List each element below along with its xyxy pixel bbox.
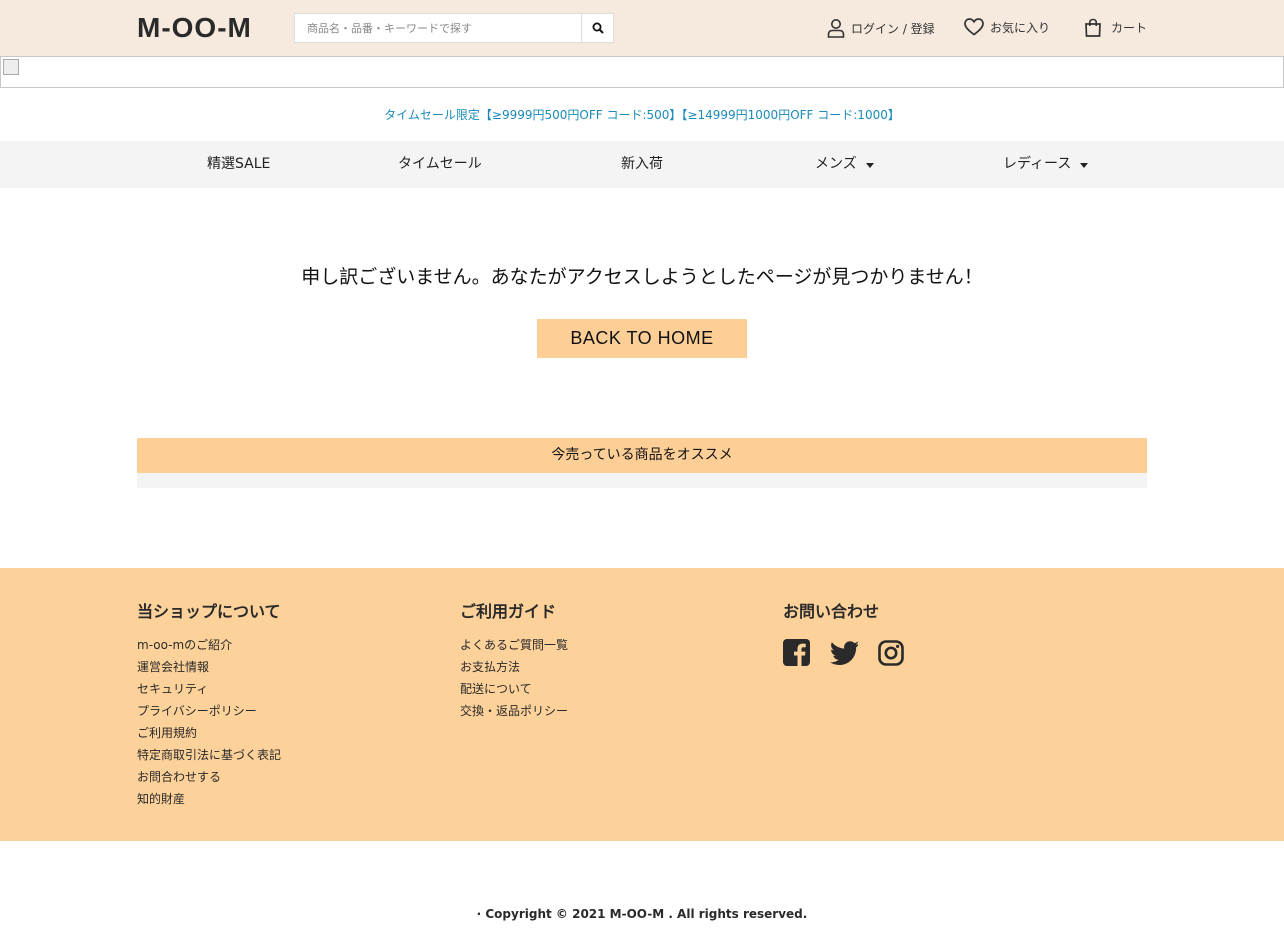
back-to-home-button[interactable]: BACK TO HOME <box>537 319 747 358</box>
footer-link-terms[interactable]: ご利用規約 <box>137 722 281 744</box>
footer-link-payment[interactable]: お支払方法 <box>460 656 568 678</box>
cart-link[interactable]: カート <box>1084 18 1147 37</box>
copyright-text: · Copyright © 2021 M-OO-M . All rights r… <box>476 907 808 921</box>
site-logo[interactable]: M-OO-M <box>137 13 263 43</box>
caret-down-icon <box>1080 162 1089 168</box>
twitter-link[interactable] <box>830 640 858 665</box>
footer-link-inquiry[interactable]: お問合わせする <box>137 766 281 788</box>
footer-link-commerce-law[interactable]: 特定商取引法に基づく表記 <box>137 744 281 766</box>
broken-image-icon <box>3 59 19 75</box>
main-nav: 精選SALE タイムセール 新入荷 メンズ レディース <box>0 141 1284 188</box>
caret-down-icon <box>865 162 874 168</box>
footer-about-column: 当ショップについて m-oo-mのご紹介 運営会社情報 セキュリティ プライバシ… <box>137 598 281 810</box>
footer-link-privacy[interactable]: プライバシーポリシー <box>137 700 281 722</box>
footer-link-security[interactable]: セキュリティ <box>137 678 281 700</box>
heart-icon <box>964 18 984 36</box>
footer-link-ip[interactable]: 知的財産 <box>137 788 281 810</box>
footer-link-company[interactable]: 運営会社情報 <box>137 656 281 678</box>
site-footer: 当ショップについて m-oo-mのご紹介 運営会社情報 セキュリティ プライバシ… <box>0 568 1284 841</box>
nav-item-mens[interactable]: メンズ <box>815 141 874 188</box>
footer-link-returns[interactable]: 交換・返品ポリシー <box>460 700 568 722</box>
instagram-link[interactable] <box>878 639 904 666</box>
top-banner-image[interactable] <box>0 56 1284 88</box>
nav-item-ladies[interactable]: レディース <box>1003 141 1089 188</box>
social-links <box>783 639 924 666</box>
facebook-link[interactable] <box>783 639 810 666</box>
site-header: M-OO-M ログイン / 登録 お気に入り カート <box>0 0 1284 56</box>
footer-link-about[interactable]: m-oo-mのご紹介 <box>137 634 281 656</box>
favorites-link[interactable]: お気に入り <box>964 18 1050 36</box>
footer-link-shipping[interactable]: 配送について <box>460 678 568 700</box>
nav-item-label: メンズ <box>815 156 857 172</box>
error-message: 申し訳ございません。あなたがアクセスしようとしたページが見つかりません！ <box>301 266 983 288</box>
nav-item-label: レディース <box>1003 156 1072 172</box>
shopping-bag-icon <box>1085 18 1101 37</box>
recommend-title: 今売っている商品をオススメ <box>137 438 1147 473</box>
promo-text[interactable]: タイムセール限定【≥9999円500円OFF コード:500】【≥14999円1… <box>0 106 1284 123</box>
favorites-label: お気に入り <box>990 20 1051 35</box>
instagram-icon <box>878 639 904 666</box>
cart-label: カート <box>1111 21 1148 35</box>
footer-link-faq[interactable]: よくあるご質問一覧 <box>460 634 568 656</box>
footer-guide-column: ご利用ガイド よくあるご質問一覧 お支払方法 配送について 交換・返品ポリシー <box>460 598 568 722</box>
nav-item-sale[interactable]: 精選SALE <box>207 141 270 188</box>
login-label: ログイン / 登録 <box>851 21 935 36</box>
recommend-list <box>137 473 1147 488</box>
search-icon <box>592 22 604 34</box>
search-box <box>294 13 614 43</box>
nav-item-label: 新入荷 <box>621 156 663 172</box>
footer-contact-title: お問い合わせ <box>783 602 880 621</box>
nav-item-time-sale[interactable]: タイムセール <box>398 141 482 188</box>
footer-contact-column: お問い合わせ <box>783 598 924 666</box>
nav-item-label: タイムセール <box>398 156 482 172</box>
nav-item-label: 精選SALE <box>207 156 271 172</box>
nav-item-new-arrivals[interactable]: 新入荷 <box>621 141 663 188</box>
twitter-icon <box>830 640 858 665</box>
footer-guide-title: ご利用ガイド <box>460 602 557 621</box>
user-icon <box>827 19 845 38</box>
search-input[interactable] <box>295 14 581 42</box>
search-button[interactable] <box>581 14 613 42</box>
login-link[interactable]: ログイン / 登録 <box>827 18 935 38</box>
facebook-icon <box>783 639 810 666</box>
footer-about-title: 当ショップについて <box>137 602 281 621</box>
